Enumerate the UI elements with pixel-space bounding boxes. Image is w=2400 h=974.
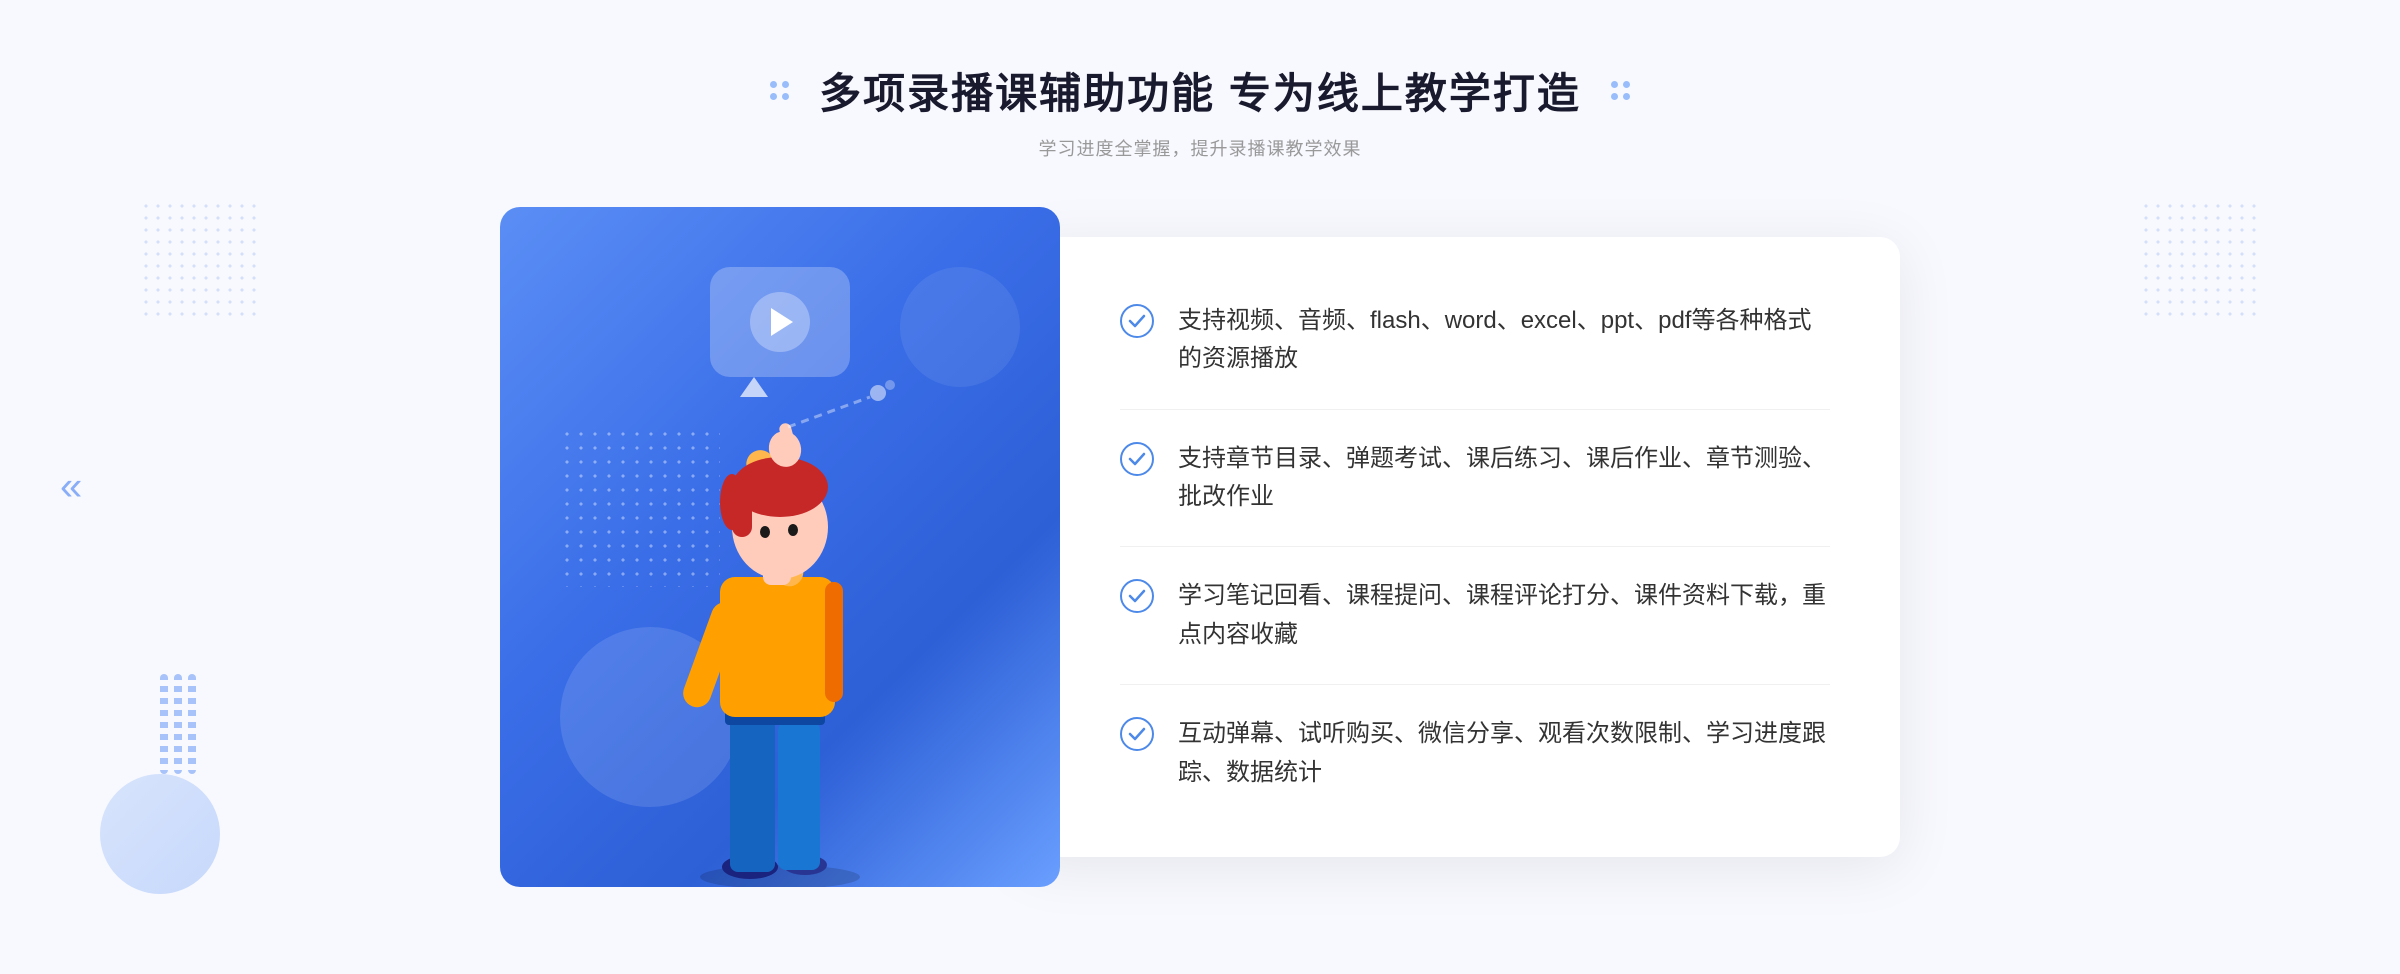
feature-divider-2: [1120, 546, 1830, 547]
play-triangle: [771, 308, 793, 336]
check-icon-1: [1120, 304, 1154, 338]
stripe-3: [188, 674, 196, 774]
illustration-area: [500, 207, 1060, 887]
stripe-1: [160, 674, 168, 774]
feature-divider-1: [1120, 409, 1830, 410]
check-icon-2: [1120, 442, 1154, 476]
feature-item-4: 互动弹幕、试听购买、微信分享、观看次数限制、学习进度跟踪、数据统计: [1120, 715, 1830, 792]
dot-pattern-left: [140, 200, 260, 320]
features-panel: 支持视频、音频、flash、word、excel、ppt、pdf等各种格式的资源…: [1020, 237, 1900, 857]
page-container: 多项录播课辅助功能 专为线上教学打造 学习进度全掌握，提升录播课教学效果: [0, 0, 2400, 974]
left-arrow-decoration: «: [60, 465, 82, 510]
deco-stripes-inner: [160, 674, 220, 774]
feature-item-2: 支持章节目录、弹题考试、课后练习、课后作业、章节测验、批改作业: [1120, 440, 1830, 517]
feature-text-4: 互动弹幕、试听购买、微信分享、观看次数限制、学习进度跟踪、数据统计: [1178, 715, 1830, 792]
dot-pattern-right: [2140, 200, 2260, 320]
play-icon: [750, 292, 810, 352]
feature-text-3: 学习笔记回看、课程提问、课程评论打分、课件资料下载，重点内容收藏: [1178, 577, 1830, 654]
deco-circle-bottom-left: [100, 774, 220, 894]
illustration-inner: [500, 207, 1060, 887]
play-bubble: [710, 267, 850, 377]
feature-item-3: 学习笔记回看、课程提问、课程评论打分、课件资料下载，重点内容收藏: [1120, 577, 1830, 654]
title-decoration-left: [770, 81, 789, 100]
check-icon-4: [1120, 717, 1154, 751]
figure-container: [630, 367, 930, 887]
feature-text-1: 支持视频、音频、flash、word、excel、ppt、pdf等各种格式的资源…: [1178, 302, 1830, 379]
page-subtitle: 学习进度全掌握，提升录播课教学效果: [1038, 135, 1361, 161]
feature-text-2: 支持章节目录、弹题考试、课后练习、课后作业、章节测验、批改作业: [1178, 440, 1830, 517]
title-row: 多项录播课辅助功能 专为线上教学打造: [770, 60, 1630, 121]
header: 多项录播课辅助功能 专为线上教学打造 学习进度全掌握，提升录播课教学效果: [770, 60, 1630, 161]
check-icon-3: [1120, 579, 1154, 613]
page-title: 多项录播课辅助功能 专为线上教学打造: [819, 60, 1581, 121]
stripe-2: [174, 674, 182, 774]
feature-divider-3: [1120, 684, 1830, 685]
feature-item-1: 支持视频、音频、flash、word、excel、ppt、pdf等各种格式的资源…: [1120, 302, 1830, 379]
content-area: 支持视频、音频、flash、word、excel、ppt、pdf等各种格式的资源…: [500, 207, 1900, 887]
deco-stripes: [160, 674, 220, 774]
title-decoration-right: [1611, 81, 1630, 100]
